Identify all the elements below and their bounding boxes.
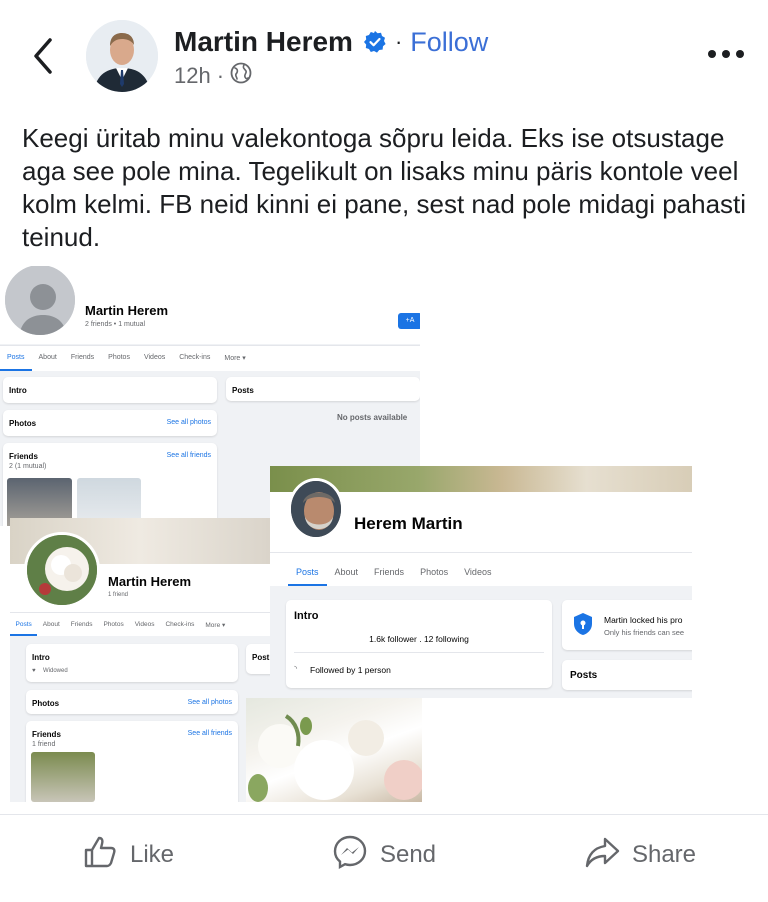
photos-card: Photos See all photos: [26, 690, 238, 714]
profile-tabs: Posts About Friends Photos Videos Check-…: [10, 612, 270, 636]
intro-title: Intro: [9, 386, 27, 395]
tab-more: More ▾: [224, 355, 246, 362]
profile-friends-count: 1 friend: [108, 592, 129, 598]
separator-dot: ·: [394, 29, 403, 54]
intro-card: Intro: [3, 377, 217, 403]
tab-photos: Photos: [420, 567, 449, 577]
avatar[interactable]: [86, 20, 158, 92]
intro-card: Intro ♥ Widowed: [26, 644, 238, 682]
posts-card: Posts: [562, 660, 692, 690]
send-button[interactable]: Send: [256, 820, 512, 890]
friends-card: Friends See all friends 2 (1 mutual): [3, 443, 217, 526]
fake-profile-screenshot-2: Martin Herem 1 friend Posts About Friend…: [10, 518, 270, 802]
fake-profile-screenshot-3: Herem Martin Posts About Friends Photos …: [270, 466, 692, 698]
post-image[interactable]: Martin Herem 2 friends • 1 mutual +A Pos…: [0, 266, 768, 802]
friends-title: Friends: [9, 452, 38, 461]
tab-about: About: [38, 354, 57, 361]
tab-friends: Friends: [374, 567, 405, 577]
post-header: Martin Herem · Follow 12h ·: [0, 0, 768, 110]
share-button[interactable]: Share: [512, 820, 768, 890]
like-label: Like: [129, 841, 175, 868]
no-posts-text: No posts available: [337, 413, 408, 422]
photos-title: Photos: [32, 699, 60, 708]
share-arrow-icon: [584, 834, 620, 877]
tab-posts: Posts: [0, 346, 32, 371]
see-all-photos-link: See all photos: [187, 699, 232, 706]
bearded-man-avatar: [288, 478, 344, 540]
post-meta: 12h ·: [174, 62, 252, 90]
add-friend-button: +A: [398, 313, 420, 329]
profile-name: Herem Martin: [354, 514, 463, 533]
friend-photo: [31, 752, 95, 802]
chevron-left-icon[interactable]: [26, 34, 60, 78]
messenger-icon: [332, 834, 368, 877]
tab-about: About: [334, 567, 359, 577]
post-time[interactable]: 12h: [174, 63, 211, 89]
tab-posts: Posts: [10, 613, 38, 636]
tab-friends: Friends: [70, 354, 95, 361]
send-label: Send: [379, 841, 437, 868]
share-label: Share: [631, 841, 697, 868]
photos-title: Photos: [9, 419, 37, 428]
profile-tabs: Posts About Friends Photos Videos Check-…: [0, 345, 420, 371]
tab-friends: Friends: [70, 621, 93, 628]
intro-card: Intro 1.6k follower . 12 following ◝ Fol…: [286, 600, 552, 688]
see-all-photos-link: See all photos: [166, 419, 211, 426]
separator-dot: ·: [216, 63, 225, 88]
profile-tabs: Posts About Friends Photos Videos: [270, 552, 692, 586]
tab-photos: Photos: [108, 354, 130, 361]
profile-friends-count: 2 friends • 1 mutual: [85, 321, 146, 328]
divider: [0, 814, 768, 815]
photos-card: Photos See all photos: [3, 410, 217, 436]
intro-title: Intro: [32, 653, 50, 662]
followers-count: 1.6k follower . 12 following: [369, 634, 469, 644]
friends-card: Friends See all friends 1 friend: [26, 721, 238, 802]
posts-title: Posts: [570, 670, 598, 681]
friends-count: 2 (1 mutual): [9, 463, 47, 470]
profile-name: Martin Herem: [108, 574, 192, 589]
follow-button[interactable]: Follow: [410, 27, 488, 58]
posts-card: Posts: [226, 377, 420, 401]
friends-count: 1 friend: [32, 741, 56, 748]
locked-title: Martin locked his pro: [604, 615, 683, 625]
flower-avatar: [24, 532, 100, 608]
tab-videos: Videos: [464, 567, 492, 577]
posts-title: Post: [252, 653, 270, 662]
post-text: Keegi üritab minu valekontoga sõpru leid…: [22, 123, 747, 252]
globe-icon: [230, 62, 252, 90]
intro-title: Intro: [294, 610, 319, 622]
tab-about: About: [42, 621, 60, 628]
like-button[interactable]: Like: [0, 820, 256, 890]
author-line: Martin Herem · Follow: [174, 24, 488, 60]
see-all-friends-link: See all friends: [166, 452, 211, 459]
tab-more: More ▾: [205, 622, 226, 629]
tab-checkins: Check-ins: [179, 354, 211, 361]
verified-badge-icon: [363, 30, 387, 54]
locked-profile-card: Martin locked his pro Only his friends c…: [562, 600, 692, 650]
post-actions: Like Send Share: [0, 820, 768, 890]
thumbs-up-icon: [82, 834, 118, 877]
tab-checkins: Check-ins: [165, 621, 195, 628]
tab-videos: Videos: [134, 621, 155, 628]
divider: [294, 652, 544, 653]
profile-name: Martin Herem: [85, 303, 169, 318]
relationship-status: Widowed: [43, 668, 68, 674]
locked-subtitle: Only his friends can see: [604, 628, 685, 637]
friends-title: Friends: [32, 730, 61, 739]
tab-posts: Posts: [288, 553, 327, 586]
posts-title: Posts: [232, 386, 254, 395]
rss-icon: ◝: [294, 664, 298, 673]
followed-by-text: Followed by 1 person: [310, 665, 391, 675]
author-name[interactable]: Martin Herem: [174, 26, 353, 58]
heart-icon: ♥: [32, 668, 36, 674]
see-all-friends-link: See all friends: [187, 730, 232, 737]
flowers-photo: [246, 698, 422, 802]
tab-photos: Photos: [103, 621, 124, 628]
posts-card: Post: [246, 644, 270, 674]
shield-icon: [572, 612, 594, 636]
more-horizontal-icon[interactable]: [708, 44, 744, 64]
tab-videos: Videos: [143, 354, 166, 361]
